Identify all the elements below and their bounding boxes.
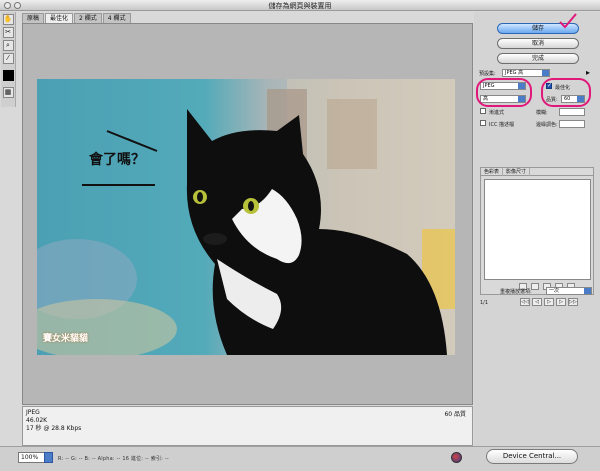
annotation-ring-format xyxy=(476,78,532,107)
watermark: 賽女米貓貓 xyxy=(43,334,89,344)
matte-label: 邊緣調色: xyxy=(536,122,558,128)
tab-image-size[interactable]: 影像尺寸 xyxy=(503,168,531,176)
view-tabs: 原稿 最佳化 2 欄式 4 欄式 xyxy=(22,13,132,23)
cancel-button[interactable]: 取消 xyxy=(497,38,579,49)
image-caption: 會了嗎？ xyxy=(89,152,145,168)
looping-select[interactable]: 一次 xyxy=(546,287,592,295)
color-table-panel: 色彩表 影像尺寸 xyxy=(480,167,594,295)
preset-select[interactable]: JPEG 高 xyxy=(502,69,550,77)
progressive-label: 漸進式 xyxy=(489,110,505,116)
toggle-slices-icon[interactable]: ▦ xyxy=(2,87,14,98)
chevron-down-icon xyxy=(584,288,591,294)
info-format: JPEG xyxy=(26,409,40,416)
zoom-tool-icon[interactable]: ⌕ xyxy=(2,40,14,51)
color-table-area xyxy=(484,179,591,280)
panel-menu-icon[interactable]: ▸ xyxy=(586,68,590,77)
eyedropper-color-swatch[interactable] xyxy=(2,70,14,81)
tab-4-up[interactable]: 4 欄式 xyxy=(102,13,131,23)
last-frame-icon[interactable]: ▷▷ xyxy=(568,298,578,306)
eyedropper-tool-icon[interactable]: ⁄ xyxy=(2,53,14,64)
device-central-button[interactable]: Device Central... xyxy=(486,449,578,464)
blur-label: 模糊: xyxy=(536,110,548,116)
chevron-down-icon xyxy=(542,70,549,76)
zoom-dropdown-icon[interactable] xyxy=(44,452,53,463)
first-frame-icon[interactable]: ◁◁ xyxy=(520,298,530,306)
info-quality: 60 品質 xyxy=(444,411,466,418)
info-speed: 17 秒 @ 28.8 Kbps xyxy=(26,425,82,432)
next-frame-icon[interactable]: ▷ xyxy=(556,298,566,306)
looping-value: 一次 xyxy=(549,288,560,294)
preview-image[interactable]: 會了嗎？ 賽女米貓貓 xyxy=(37,79,455,355)
hand-tool-icon[interactable]: ✋ xyxy=(2,14,14,25)
annotation-ring-quality xyxy=(541,78,591,107)
tab-original[interactable]: 原稿 xyxy=(22,13,45,23)
tab-optimized[interactable]: 最佳化 xyxy=(45,13,74,23)
tab-2-up[interactable]: 2 欄式 xyxy=(74,13,102,23)
settings-panel: 儲存 取消 完成 預設集: JPEG 高 ▸ JPEG 高 最佳化 品質: 60… xyxy=(474,12,600,446)
slice-select-tool-icon[interactable]: ✂ xyxy=(2,27,14,38)
frame-counter: 1/1 xyxy=(480,300,489,306)
done-button[interactable]: 完成 xyxy=(497,53,579,64)
checkmark-annotation xyxy=(559,13,577,29)
progressive-checkbox[interactable] xyxy=(480,108,486,114)
previous-frame-icon[interactable]: ◁ xyxy=(532,298,542,306)
zoom-level[interactable]: 100% xyxy=(18,452,45,463)
window-title: 儲存為網頁與裝置用 xyxy=(268,2,332,10)
tab-color-table[interactable]: 色彩表 xyxy=(481,168,504,176)
cat-photo xyxy=(37,79,455,355)
web-snap-icon[interactable] xyxy=(531,283,539,290)
icc-profile-label: ICC 描述檔 xyxy=(489,122,515,128)
info-size: 46.02K xyxy=(26,417,48,424)
icc-profile-checkbox[interactable] xyxy=(480,120,486,126)
play-icon[interactable]: ▷ xyxy=(544,298,554,306)
optimization-info: JPEG 46.02K 17 秒 @ 28.8 Kbps 60 品質 xyxy=(22,406,473,446)
tool-palette: ✋ ✂ ⌕ ⁄ ▦ xyxy=(1,12,16,107)
matte-select[interactable] xyxy=(559,120,585,128)
window-titlebar: 儲存為網頁與裝置用 xyxy=(0,0,600,11)
preview-in-browser-icon[interactable] xyxy=(451,452,462,463)
blur-input[interactable] xyxy=(559,108,585,116)
status-bar: 100% R: -- G: -- B: -- Alpha: -- 16 進位: … xyxy=(0,446,600,471)
animation-label: 重複播放選項: xyxy=(500,289,532,295)
preset-value: JPEG 高 xyxy=(505,70,524,76)
preset-label: 預設集: xyxy=(479,71,496,77)
color-readout: R: -- G: -- B: -- Alpha: -- 16 進位: -- 索引… xyxy=(58,456,169,462)
